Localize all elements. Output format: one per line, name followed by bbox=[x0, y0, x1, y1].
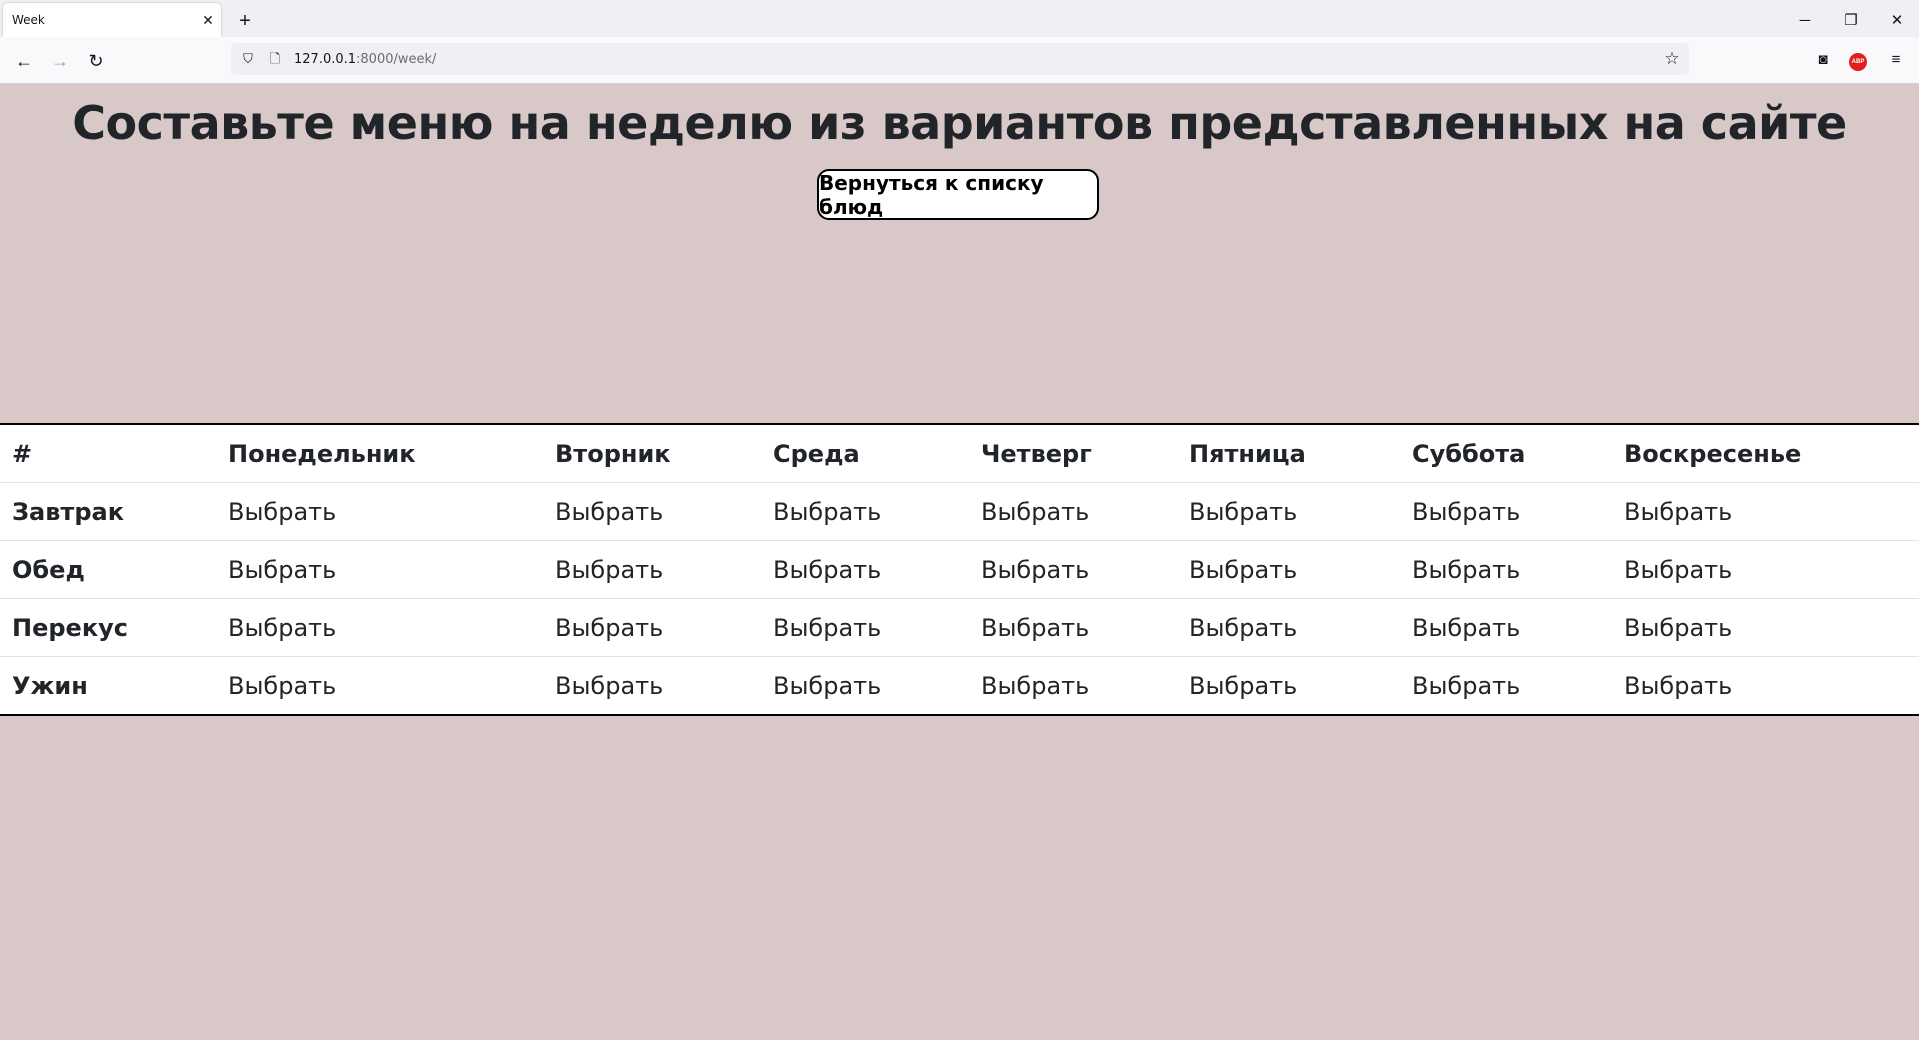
header-monday: Понедельник bbox=[216, 425, 543, 483]
page-icon: 🗋 bbox=[269, 51, 281, 66]
meal-label: Перекус bbox=[0, 598, 216, 657]
pocket-icon[interactable]: ◙ bbox=[1812, 49, 1834, 71]
choose-link[interactable]: Выбрать bbox=[969, 598, 1177, 657]
page-title: Составьте меню на неделю из вариантов пр… bbox=[72, 96, 1847, 150]
close-tab-icon[interactable]: ✕ bbox=[199, 11, 217, 29]
header-thursday: Четверг bbox=[969, 425, 1177, 483]
url-path: :8000/week/ bbox=[356, 52, 437, 67]
browser-tab[interactable]: Week ✕ bbox=[3, 3, 221, 38]
header-sunday: Воскресенье bbox=[1612, 425, 1919, 483]
browser-tab-bar: Week ✕ + ─ ❐ ✕ bbox=[0, 0, 1919, 38]
header-friday: Пятница bbox=[1177, 425, 1400, 483]
meal-label: Ужин bbox=[12, 671, 88, 700]
choose-link[interactable]: Выбрать bbox=[761, 482, 969, 541]
address-bar[interactable]: ⛉ 🗋 127.0.0.1:8000/week/ ☆ bbox=[231, 43, 1689, 75]
choose-link[interactable]: Выбрать bbox=[1400, 657, 1612, 715]
url-text[interactable]: 127.0.0.1:8000/week/ bbox=[294, 52, 436, 67]
restore-icon[interactable]: ❐ bbox=[1836, 10, 1866, 32]
choose-link[interactable]: Выбрать bbox=[1612, 598, 1919, 657]
tab-title: Week bbox=[12, 13, 45, 27]
choose-link[interactable]: Выбрать bbox=[761, 657, 969, 715]
choose-link[interactable]: Выбрать bbox=[216, 540, 543, 599]
close-window-icon[interactable]: ✕ bbox=[1882, 10, 1912, 32]
table-row-lunch: Обед Выбрать Выбрать Выбрать Выбрать Выб… bbox=[0, 540, 1919, 599]
choose-link[interactable]: Выбрать bbox=[543, 598, 761, 657]
new-tab-icon[interactable]: + bbox=[234, 10, 256, 32]
back-arrow-icon[interactable]: ← bbox=[12, 49, 36, 73]
page-content: Составьте меню на неделю из вариантов пр… bbox=[0, 84, 1919, 1040]
choose-link[interactable]: Выбрать bbox=[969, 540, 1177, 599]
shield-icon[interactable]: ⛉ bbox=[239, 50, 257, 68]
header-hash: # bbox=[0, 425, 216, 483]
forward-arrow-icon[interactable]: → bbox=[48, 49, 72, 73]
table-row-dinner: Ужин Выбрать Выбрать Выбрать Выбрать Выб… bbox=[0, 657, 1919, 715]
choose-link[interactable]: Выбрать bbox=[216, 482, 543, 541]
meal-label: Обед bbox=[0, 540, 216, 599]
choose-link[interactable]: Выбрать bbox=[1177, 598, 1400, 657]
choose-link[interactable]: Выбрать bbox=[969, 657, 1177, 715]
choose-link[interactable]: Выбрать bbox=[761, 598, 969, 657]
header-wednesday: Среда bbox=[761, 425, 969, 483]
choose-link[interactable]: Выбрать bbox=[543, 540, 761, 599]
choose-link[interactable]: Выбрать bbox=[216, 598, 543, 657]
choose-link[interactable]: Выбрать bbox=[543, 657, 761, 715]
choose-link[interactable]: Выбрать bbox=[969, 482, 1177, 541]
table-header-row: # Понедельник Вторник Среда Четверг Пятн… bbox=[0, 425, 1919, 483]
meal-label: Завтрак bbox=[0, 482, 216, 541]
choose-link[interactable]: Выбрать bbox=[1400, 540, 1612, 599]
table-row-breakfast: Завтрак Выбрать Выбрать Выбрать Выбрать … bbox=[0, 482, 1919, 541]
choose-link[interactable]: Выбрать bbox=[1177, 657, 1400, 715]
choose-link[interactable]: Выбрать bbox=[1400, 482, 1612, 541]
browser-nav-bar: ← → ↻ ⛉ 🗋 127.0.0.1:8000/week/ ☆ ◙ ABP ≡ bbox=[0, 37, 1919, 84]
url-host: 127.0.0.1 bbox=[294, 52, 357, 67]
menu-icon[interactable]: ≡ bbox=[1885, 49, 1907, 71]
bookmark-star-icon[interactable]: ☆ bbox=[1661, 48, 1683, 70]
reload-icon[interactable]: ↻ bbox=[84, 49, 108, 73]
header-tuesday: Вторник bbox=[543, 425, 761, 483]
adblock-plus-icon[interactable]: ABP bbox=[1849, 53, 1867, 71]
choose-link[interactable]: Выбрать bbox=[1177, 540, 1400, 599]
minimize-icon[interactable]: ─ bbox=[1790, 10, 1820, 32]
choose-link[interactable]: Выбрать bbox=[1612, 657, 1919, 715]
week-menu-table: # Понедельник Вторник Среда Четверг Пятн… bbox=[0, 423, 1919, 716]
choose-link[interactable]: Выбрать bbox=[543, 482, 761, 541]
choose-link[interactable]: Выбрать bbox=[1177, 482, 1400, 541]
choose-link[interactable]: Выбрать bbox=[1612, 482, 1919, 541]
choose-link[interactable]: Выбрать bbox=[1612, 540, 1919, 599]
choose-link[interactable]: Выбрать bbox=[216, 657, 543, 715]
choose-link[interactable]: Выбрать bbox=[1400, 598, 1612, 657]
header-saturday: Суббота bbox=[1400, 425, 1612, 483]
table-row-snack: Перекус Выбрать Выбрать Выбрать Выбрать … bbox=[0, 598, 1919, 657]
back-to-dishes-button[interactable]: Вернуться к списку блюд bbox=[817, 169, 1099, 220]
choose-link[interactable]: Выбрать bbox=[761, 540, 969, 599]
